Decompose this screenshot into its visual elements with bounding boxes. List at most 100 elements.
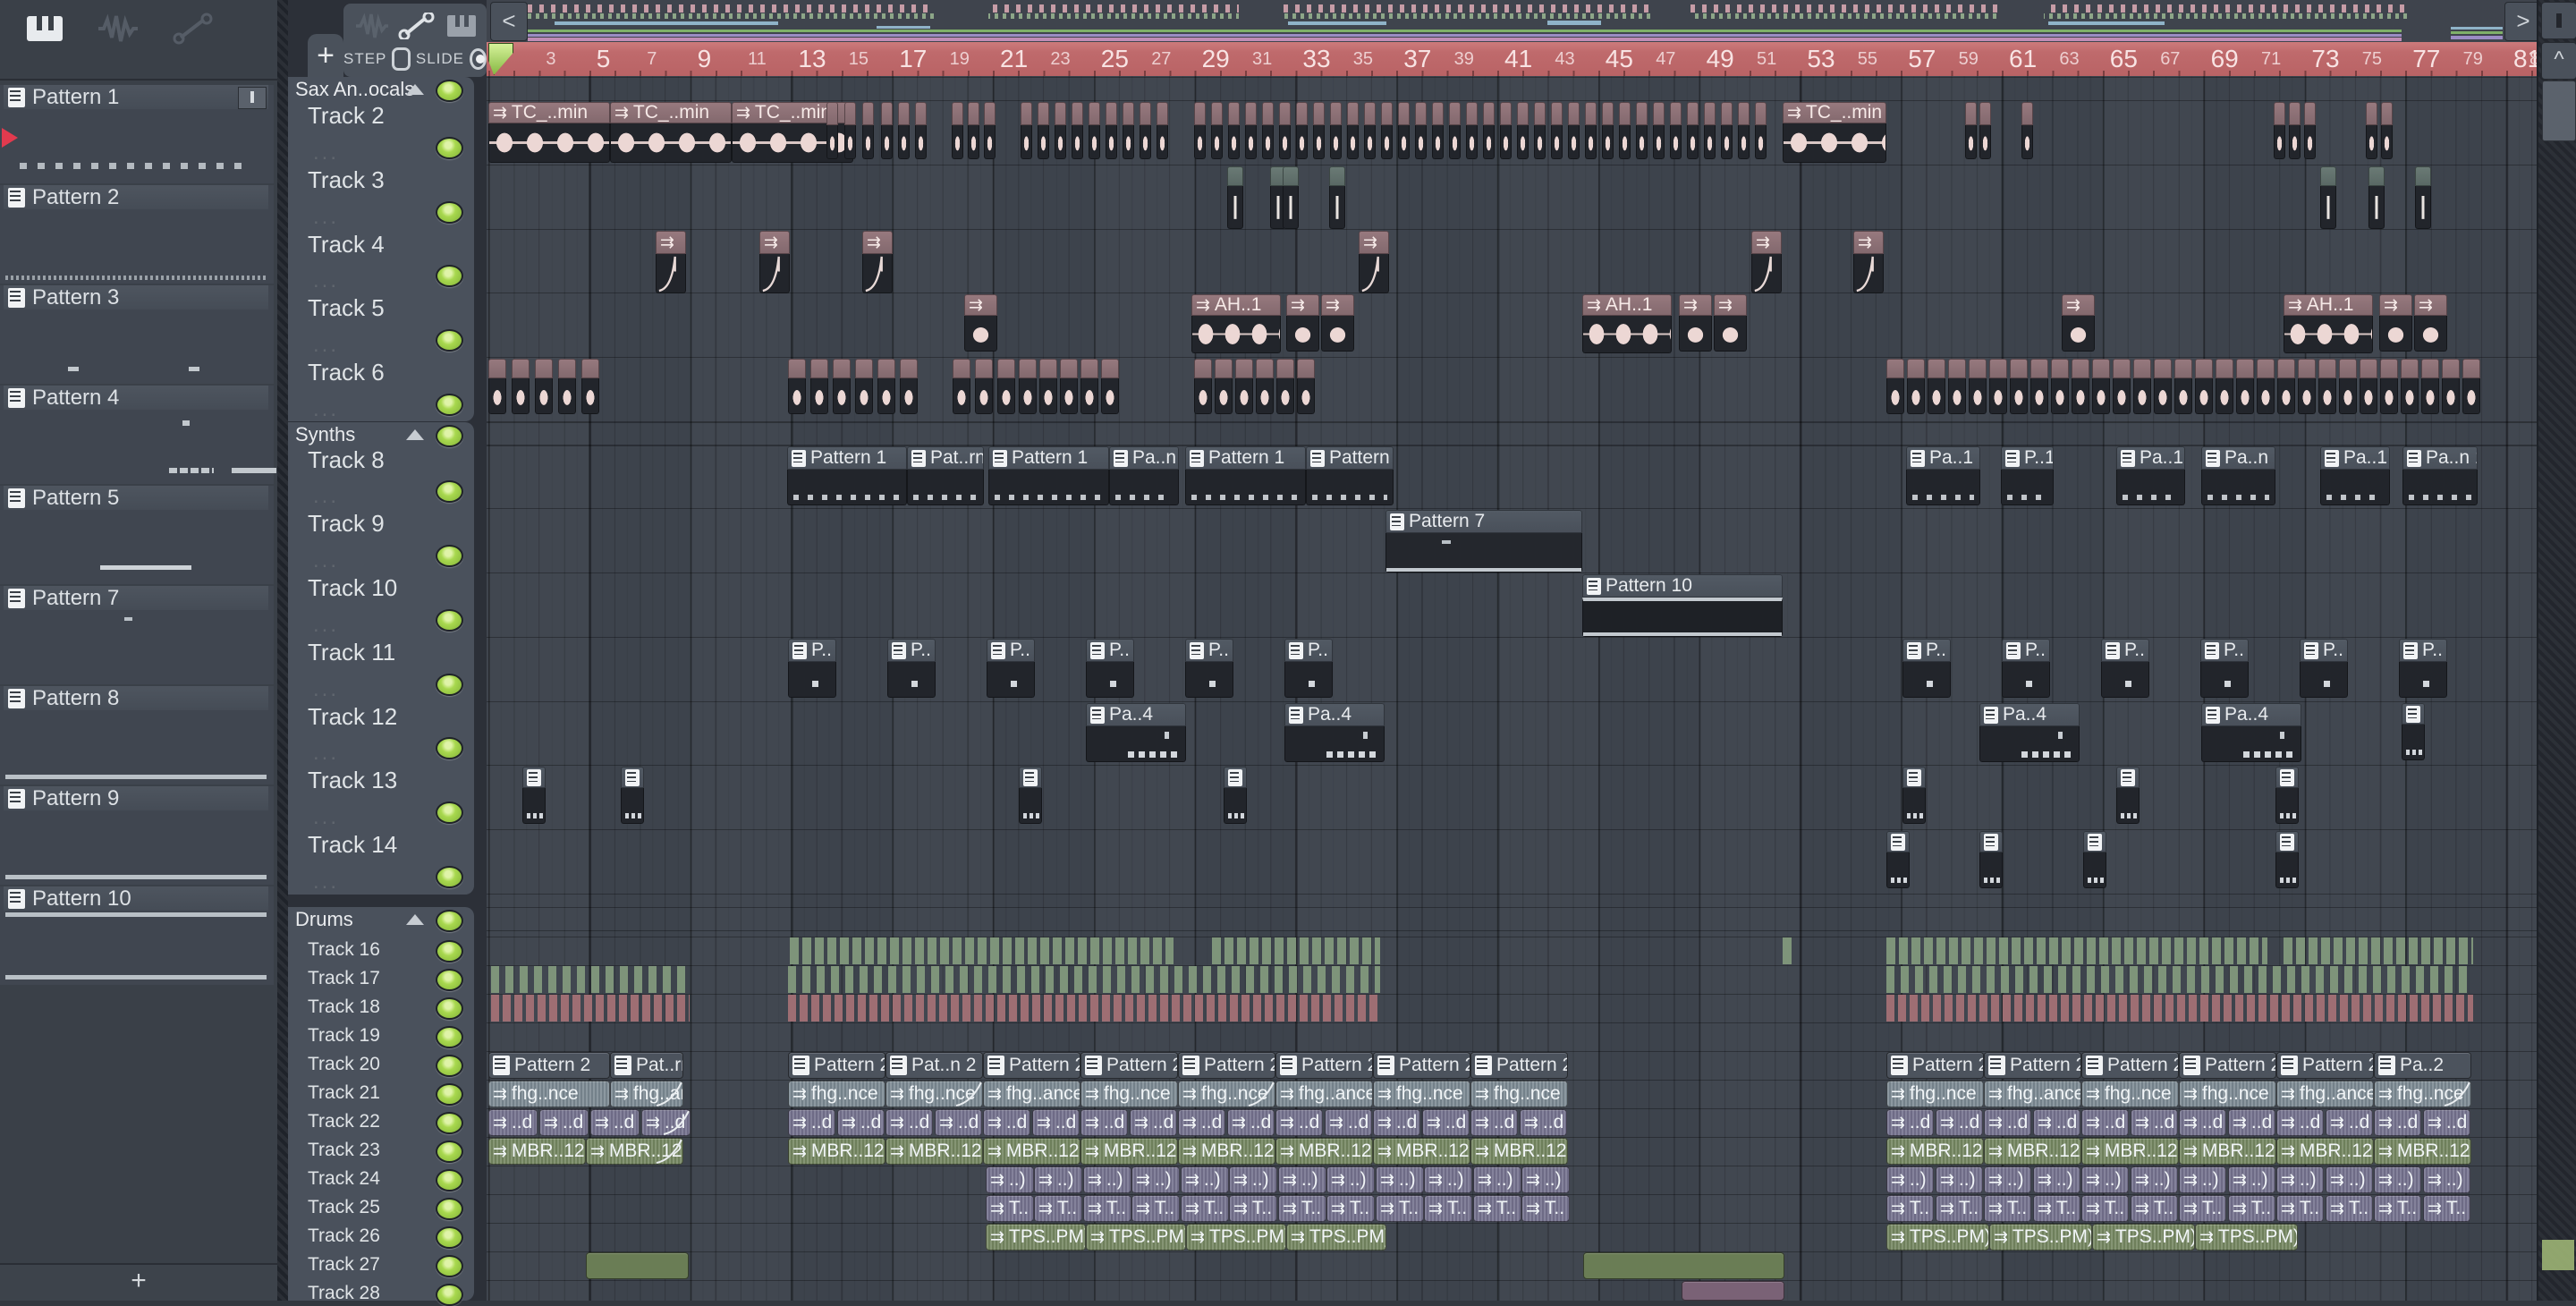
clip-note-stripes-clip[interactable] [1886, 966, 2473, 993]
clip-audio-clip[interactable] [1283, 166, 1299, 229]
clip-audio-clip[interactable] [1297, 359, 1315, 414]
track-mute-led[interactable] [436, 674, 463, 696]
panel-splitter[interactable] [277, 0, 288, 1301]
clip-audio-clip[interactable]: ⇉fhg..ance [983, 1081, 1080, 1107]
track-header[interactable]: Track 3... [288, 165, 474, 229]
clip-audio-clip[interactable] [1704, 102, 1716, 159]
focus-button[interactable] [2541, 2, 2576, 39]
slide-toggle[interactable] [470, 48, 487, 70]
track-mute-led[interactable] [436, 394, 463, 416]
clip-audio-clip[interactable]: ⇉TPS..PM) [2195, 1224, 2298, 1251]
clip-audio-clip[interactable]: ⇉..d [641, 1109, 691, 1136]
clip-header[interactable]: P.. [2002, 639, 2050, 662]
clip-header[interactable] [1283, 166, 1299, 186]
clip-header[interactable]: ⇉ [1679, 294, 1712, 316]
clip-audio-clip[interactable]: ⇉TPS..PM) [1186, 1224, 1286, 1251]
clip-header[interactable]: ⇉ [1853, 231, 1884, 254]
clip-audio-clip[interactable]: ⇉..d [1178, 1109, 1225, 1136]
clip-pattern-clip[interactable] [2275, 767, 2299, 824]
clip-audio-clip[interactable] [2368, 166, 2385, 229]
track-header[interactable]: Track 8... [288, 445, 474, 508]
clip-audio-clip[interactable] [1602, 102, 1614, 159]
clip-audio-clip[interactable]: ⇉..d [2081, 1109, 2129, 1136]
clip-header[interactable] [1296, 102, 1308, 125]
clip-audio-clip[interactable]: ⇉..d [1470, 1109, 1518, 1136]
clip-audio-clip[interactable]: ⇉ [1321, 294, 1354, 352]
clip-audio-clip[interactable] [488, 359, 506, 414]
clip-pattern-clip[interactable] [2275, 831, 2299, 888]
clip-audio-clip[interactable] [2051, 359, 2069, 414]
clip-pattern-clip[interactable]: P.. [2002, 639, 2050, 698]
clip-header[interactable] [1432, 102, 1444, 125]
clip-audio-clip[interactable] [1364, 102, 1376, 159]
clip-header[interactable] [1245, 102, 1257, 125]
clip-header[interactable] [788, 359, 806, 378]
clip-pattern-clip[interactable] [2083, 831, 2106, 888]
clip-pattern-clip[interactable]: Pattern 2 [1984, 1052, 2081, 1079]
clip-pattern-clip[interactable]: Pa..2 [2374, 1052, 2471, 1079]
clip-note-stripes-clip[interactable] [788, 966, 1380, 993]
clip-header[interactable]: Pa..4 [1284, 703, 1385, 726]
clip-header[interactable] [1330, 102, 1342, 125]
track-header[interactable]: Track 4... [288, 229, 474, 293]
group-mute-led[interactable] [436, 910, 463, 932]
clip-audio-clip[interactable] [1636, 102, 1648, 159]
clip-pattern-clip[interactable]: P.. [2200, 639, 2249, 698]
track-group-header[interactable]: Synths [288, 422, 474, 445]
pattern-header[interactable]: Pattern 4 [4, 386, 268, 410]
clip-header[interactable] [1313, 102, 1325, 125]
clip-header[interactable] [862, 102, 874, 125]
clip-header[interactable] [1039, 359, 1057, 378]
clip-audio-clip[interactable]: ⇉T.. [1936, 1195, 1983, 1222]
clip-audio-clip[interactable]: ⇉..d [539, 1109, 589, 1136]
clip-header[interactable]: Pa..1 [2116, 446, 2185, 470]
clip-header[interactable] [1619, 102, 1631, 125]
clip-header[interactable] [1215, 359, 1233, 378]
track-mute-led[interactable] [436, 801, 463, 824]
clip-audio-clip[interactable] [1583, 1252, 1784, 1279]
clip-audio-clip[interactable]: ⇉MBR..120 [1178, 1138, 1275, 1165]
clip-audio-clip[interactable]: ⇉..) [2326, 1166, 2373, 1193]
clip-audio-clip[interactable]: ⇉TPS..PM) [1989, 1224, 2092, 1251]
clip-audio-clip[interactable] [1313, 102, 1325, 159]
clip-audio-clip[interactable] [2421, 359, 2439, 414]
clip-header[interactable] [997, 359, 1015, 378]
clip-audio-clip[interactable] [1619, 102, 1631, 159]
clip-header[interactable] [1060, 359, 1078, 378]
clip-header[interactable] [1276, 359, 1294, 378]
clip-header[interactable]: ⇉ [1714, 294, 1747, 316]
clip-audio-clip[interactable]: ⇉..) [986, 1166, 1034, 1193]
clip-audio-clip[interactable] [1568, 102, 1580, 159]
collapse-triangle-icon[interactable] [406, 914, 424, 925]
clip-audio-clip[interactable] [1215, 359, 1233, 414]
clip-audio-clip[interactable]: ⇉..d [2033, 1109, 2080, 1136]
clip-header[interactable] [1228, 102, 1240, 125]
clip-audio-clip[interactable]: ⇉MBR..120 [1275, 1138, 1373, 1165]
clip-pattern-clip[interactable]: Pattern 2 [1275, 1052, 1373, 1079]
clip-audio-clip[interactable] [1979, 102, 1991, 159]
clip-pattern-clip[interactable]: Pattern 2 [1470, 1052, 1568, 1079]
clip-audio-clip[interactable]: ⇉TPS..PM) [1286, 1224, 1386, 1251]
clip-pattern-clip[interactable]: P.. [2399, 639, 2447, 698]
clip-audio-clip[interactable]: ⇉ [2414, 294, 2447, 352]
clip-header[interactable] [953, 359, 970, 378]
clip-audio-clip[interactable] [2298, 359, 2316, 414]
clip-header[interactable] [2257, 359, 2275, 378]
clip-audio-clip[interactable] [1534, 102, 1546, 159]
clip-audio-clip[interactable] [1235, 359, 1253, 414]
clip-pattern-clip[interactable]: P.. [788, 639, 836, 698]
track-mute-led[interactable] [436, 1083, 463, 1106]
clip-header[interactable]: P.. [2101, 639, 2149, 662]
clip-audio-clip[interactable] [1483, 102, 1495, 159]
clip-audio-clip[interactable] [2360, 359, 2377, 414]
clip-header[interactable] [2402, 703, 2425, 725]
clip-audio-clip[interactable]: ⇉MBR..120 [488, 1138, 586, 1165]
waveform-icon[interactable] [354, 13, 390, 39]
clip-audio-clip[interactable]: ⇉fhg..nce [1178, 1081, 1275, 1107]
clip-header[interactable] [488, 359, 506, 378]
clip-header[interactable] [2010, 359, 2028, 378]
clip-header[interactable] [855, 359, 873, 378]
clip-audio-clip[interactable] [833, 359, 851, 414]
pattern-header[interactable]: Pattern 8 [4, 686, 268, 710]
track-mute-led[interactable] [436, 1284, 463, 1306]
